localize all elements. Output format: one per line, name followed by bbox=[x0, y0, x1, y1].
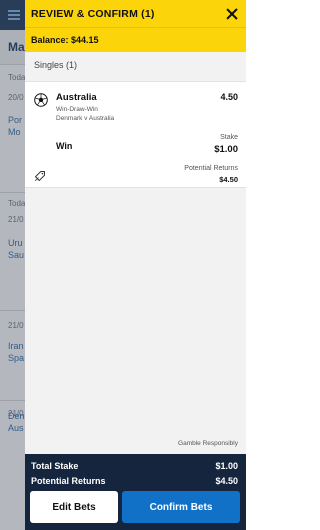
selection-odds: 4.50 bbox=[220, 92, 238, 102]
stake-value: $1.00 bbox=[214, 144, 238, 155]
stake-label: Stake bbox=[220, 134, 238, 141]
tag-icon[interactable] bbox=[34, 170, 46, 182]
total-returns-value: $4.50 bbox=[215, 476, 238, 486]
bet-card: Australia 4.50 Win-Draw-Win Denmark v Au… bbox=[25, 81, 246, 188]
close-icon[interactable] bbox=[226, 8, 238, 20]
confirm-bets-button[interactable]: Confirm Bets bbox=[122, 491, 240, 523]
bet-slip-title: REVIEW & CONFIRM (1) bbox=[31, 7, 155, 20]
gamble-responsibly-link[interactable]: Gamble Responsibly bbox=[178, 440, 238, 447]
total-returns-row: Potential Returns $4.50 bbox=[31, 476, 238, 486]
total-stake-row: Total Stake $1.00 bbox=[31, 461, 238, 471]
total-returns-label: Potential Returns bbox=[31, 476, 106, 486]
event-name: Denmark v Australia bbox=[56, 115, 115, 122]
bet-type: Win bbox=[56, 141, 73, 151]
selection-name: Australia bbox=[56, 92, 97, 103]
balance-text: Balance: $44.15 bbox=[31, 35, 99, 45]
bet-slip-header: REVIEW & CONFIRM (1) bbox=[25, 0, 246, 27]
potential-returns-label: Potential Returns bbox=[184, 165, 238, 172]
potential-returns-value: $4.50 bbox=[219, 175, 238, 184]
market-name: Win-Draw-Win bbox=[56, 106, 98, 113]
singles-section-label: Singles (1) bbox=[34, 60, 78, 70]
balance-bar: Balance: $44.15 bbox=[25, 27, 246, 52]
total-stake-value: $1.00 bbox=[215, 461, 238, 471]
football-icon bbox=[34, 93, 48, 107]
edit-bets-button[interactable]: Edit Bets bbox=[30, 491, 118, 523]
bet-slip-panel: REVIEW & CONFIRM (1) Balance: $44.15 Sin… bbox=[25, 0, 246, 530]
bet-slip-footer: Total Stake $1.00 Potential Returns $4.5… bbox=[25, 454, 246, 530]
total-stake-label: Total Stake bbox=[31, 461, 79, 471]
